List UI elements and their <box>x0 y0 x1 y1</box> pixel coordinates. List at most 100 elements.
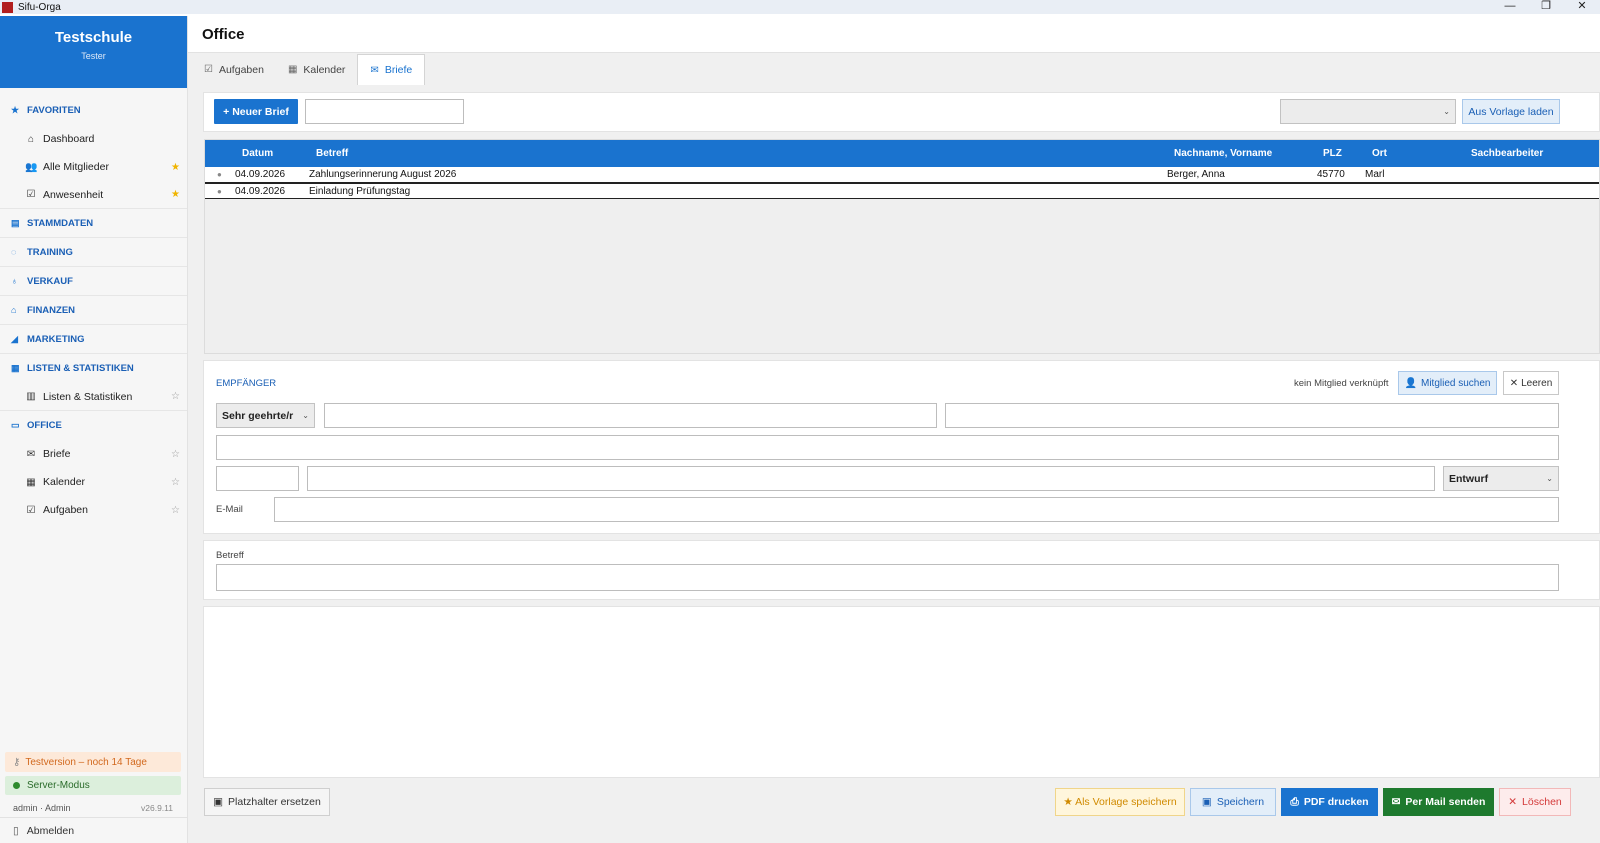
last-name-input[interactable] <box>945 403 1559 428</box>
template-select[interactable]: ⌄ <box>1280 99 1456 124</box>
sidebar-item-aufgaben[interactable]: ☑ Aufgaben ☆ <box>0 496 187 524</box>
brand-header: Testschule Tester <box>0 16 187 88</box>
star-icon: ★ <box>11 105 20 115</box>
letters-table: Datum Betreff Nachname, Vorname PLZ Ort … <box>204 139 1600 354</box>
envelope-icon: ✉ <box>1391 796 1401 808</box>
cell-name: Berger, Anna <box>1167 169 1225 180</box>
email-input[interactable] <box>274 497 1559 522</box>
print-pdf-label: PDF drucken <box>1303 796 1369 808</box>
letter-body-editor[interactable] <box>203 606 1600 778</box>
sidebar-item-anwesenheit[interactable]: ☑ Anwesenheit ★ <box>0 181 187 209</box>
server-text: Server-Modus <box>27 780 90 791</box>
tab-briefe[interactable]: ✉ Briefe <box>357 54 426 85</box>
favorite-star-icon[interactable]: ★ <box>171 162 180 173</box>
new-letter-button[interactable]: + Neuer Brief <box>214 99 298 124</box>
send-mail-button[interactable]: ✉ Per Mail senden <box>1383 788 1494 816</box>
minimize-button[interactable]: — <box>1492 0 1528 14</box>
window-titlebar: Sifu-Orga — ❐ ✕ <box>0 0 1600 14</box>
load-template-button[interactable]: Aus Vorlage laden <box>1462 99 1560 124</box>
first-name-input[interactable] <box>324 403 937 428</box>
key-icon: ⚷ <box>13 756 21 768</box>
moneybag-icon: ♁ <box>11 276 18 286</box>
sidebar-item-label: Anwesenheit <box>43 188 104 201</box>
cell-plz: 45770 <box>1317 169 1345 180</box>
column-header-ort[interactable]: Ort <box>1372 140 1387 167</box>
tab-label: Briefe <box>384 64 413 76</box>
favorite-star-empty-icon[interactable]: ☆ <box>171 449 180 460</box>
users-icon: 👥 <box>25 161 38 173</box>
print-pdf-button[interactable]: ⎙ PDF drucken <box>1281 788 1378 816</box>
sidebar-item-label: Aufgaben <box>43 504 88 516</box>
sidebar-item-briefe[interactable]: ✉ Briefe ☆ <box>0 440 187 468</box>
salutation-select[interactable]: Sehr geehrte/r ⌄ <box>216 403 315 428</box>
admin-info: admin · Admin v26.9.11 <box>0 799 188 817</box>
zip-input[interactable] <box>216 466 299 491</box>
city-input[interactable] <box>307 466 1435 491</box>
dumbbell-icon: ◌ <box>11 247 17 257</box>
home-icon: ⌂ <box>27 133 35 145</box>
section-training[interactable]: ◌ TRAINING <box>0 238 187 267</box>
restore-button[interactable]: ❐ <box>1528 0 1564 14</box>
save-button[interactable]: ▣ Speichern <box>1190 788 1276 816</box>
save-as-template-button[interactable]: ★ Als Vorlage speichern <box>1055 788 1185 816</box>
section-stammdaten[interactable]: ▤ STAMMDATEN <box>0 209 187 238</box>
column-header-plz[interactable]: PLZ <box>1323 140 1342 167</box>
tab-label: Aufgaben <box>218 63 264 76</box>
checkbox-icon: ☑ <box>204 64 213 75</box>
table-row[interactable]: ● 04.09.2026 Einladung Prüfungstag <box>205 183 1599 199</box>
sidebar-item-kalender[interactable]: ▦ Kalender ☆ <box>0 468 187 496</box>
section-finanzen[interactable]: ⌂ FINANZEN <box>0 296 187 325</box>
favorite-star-empty-icon[interactable]: ☆ <box>171 391 180 402</box>
delete-label: Löschen <box>1522 796 1562 808</box>
close-button[interactable]: ✕ <box>1564 0 1600 14</box>
column-header-datum[interactable]: Datum <box>242 140 273 167</box>
favorite-star-empty-icon[interactable]: ☆ <box>171 477 180 488</box>
subject-panel: Betreff <box>203 540 1600 600</box>
favorite-star-icon[interactable]: ★ <box>171 189 180 200</box>
letter-search-input[interactable] <box>305 99 464 124</box>
sidebar-item-alle-mitglieder[interactable]: 👥 Alle Mitglieder ★ <box>0 153 187 181</box>
server-mode-badge: Server-Modus <box>5 776 181 795</box>
sidebar-item-dashboard[interactable]: ⌂ Dashboard <box>0 125 187 153</box>
column-header-sachbearbeiter[interactable]: Sachbearbeiter <box>1471 140 1543 167</box>
envelope-icon: ✉ <box>370 64 379 76</box>
subject-input[interactable] <box>216 564 1559 591</box>
disk-icon: ▣ <box>1201 796 1212 808</box>
column-header-name[interactable]: Nachname, Vorname <box>1174 140 1272 167</box>
section-label: FINANZEN <box>27 304 76 316</box>
status-select[interactable]: Entwurf ⌄ <box>1443 466 1559 491</box>
chart-icon: ▦ <box>11 363 20 373</box>
tab-kalender[interactable]: ▦ Kalender <box>276 54 357 85</box>
favorite-star-empty-icon[interactable]: ☆ <box>171 505 180 516</box>
calendar-icon: ▦ <box>287 64 298 75</box>
delete-button[interactable]: ✕ Löschen <box>1499 788 1571 816</box>
section-marketing[interactable]: ◢ MARKETING <box>0 325 187 354</box>
replace-placeholder-button[interactable]: ▣ Platzhalter ersetzen <box>204 788 330 816</box>
close-icon: ✕ <box>1508 796 1518 808</box>
megaphone-icon: ◢ <box>11 333 18 344</box>
section-favorites[interactable]: ★ FAVORITEN <box>0 96 187 125</box>
street-input[interactable] <box>216 435 1559 460</box>
logout-button[interactable]: ▯ Abmelden <box>0 817 188 843</box>
section-office[interactable]: ▭ OFFICE <box>0 411 187 440</box>
main-area: Office ☑ Aufgaben ▦ Kalender ✉ Briefe + … <box>188 16 1600 843</box>
cell-datum: 04.09.2026 <box>235 169 286 180</box>
admin-label: admin · Admin <box>13 803 71 813</box>
tab-label: Kalender <box>303 63 346 76</box>
clear-recipient-button[interactable]: ✕ Leeren <box>1503 371 1559 395</box>
column-header-betreff[interactable]: Betreff <box>316 140 348 167</box>
section-listen[interactable]: ▦ LISTEN & STATISTIKEN <box>0 354 187 383</box>
sidebar-item-label: Briefe <box>43 448 71 460</box>
tab-aufgaben[interactable]: ☑ Aufgaben <box>192 54 276 85</box>
table-row[interactable]: ● 04.09.2026 Zahlungserinnerung August 2… <box>205 167 1599 183</box>
page-title: Office <box>202 25 245 43</box>
sidebar-item-listen-statistiken[interactable]: ▥ Listen & Statistiken ☆ <box>0 383 187 411</box>
email-label: E-Mail <box>216 504 243 515</box>
row-status-dot-icon: ● <box>217 187 222 196</box>
chevron-down-icon: ⌄ <box>302 411 309 420</box>
checkbox-checked-icon: ☑ <box>26 504 36 516</box>
search-member-button[interactable]: 👤 Mitglied suchen <box>1398 371 1497 395</box>
bottom-action-bar: ▣ Platzhalter ersetzen ★ Als Vorlage spe… <box>188 785 1600 821</box>
section-verkauf[interactable]: ♁ VERKAUF <box>0 267 187 296</box>
trial-banner[interactable]: ⚷ Testversion – noch 14 Tage <box>5 752 181 772</box>
